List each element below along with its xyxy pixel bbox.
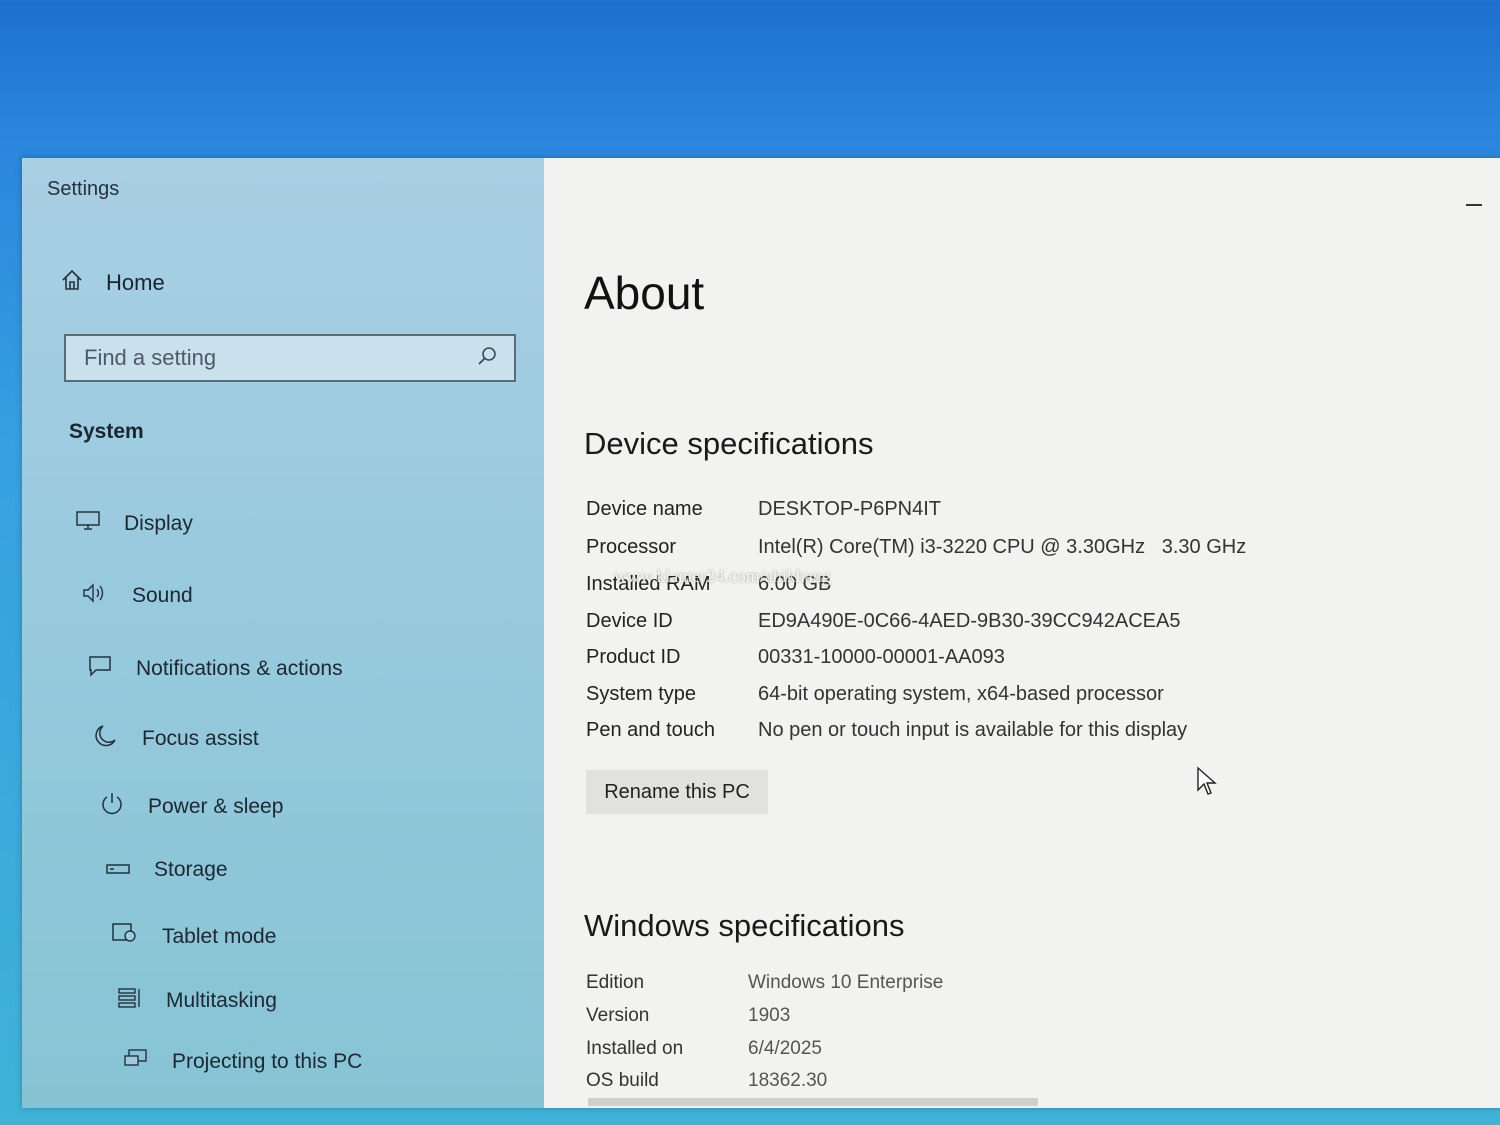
sidebar-item-projecting[interactable]: Projecting to this PC [124,1048,362,1076]
storage-icon [106,858,130,882]
search-box[interactable] [64,334,516,382]
sidebar-item-focus-assist[interactable]: Focus assist [94,724,259,754]
spec-value: 64-bit operating system, x64-based proce… [758,683,1164,705]
spec-label: Installed on [586,1038,684,1059]
mouse-pointer-icon [1196,766,1218,801]
sidebar-item-label: Power & sleep [148,795,284,818]
sidebar-item-label: Sound [132,584,193,607]
spec-value: Windows 10 Enterprise [748,972,944,993]
sidebar-item-label: Notifications & actions [136,657,343,680]
sidebar-home[interactable]: Home [60,268,165,298]
projector-icon [124,1048,148,1076]
spec-row-system-type: System type 64-bit operating system, x64… [586,683,1306,706]
notification-icon [88,654,112,684]
tablet-icon [112,922,138,952]
spec-label: Version [586,1005,650,1026]
windows-specs-heading: Windows specifications [584,908,905,943]
sidebar-item-label: Display [124,512,193,535]
search-icon[interactable] [476,345,498,372]
spec-label: Device name [586,498,703,520]
spec-row-device-name: Device name DESKTOP-P6PN4IT [586,498,1306,521]
spec-label: Edition [586,972,645,993]
watermark-text: www.klanter24.com/ahikhang [614,566,831,586]
sidebar-item-label: Tablet mode [162,925,277,948]
sidebar-item-sound[interactable]: Sound [82,582,193,610]
search-input[interactable] [82,344,476,372]
spec-row-product-id: Product ID 00331-10000-00001-AA093 [586,646,1306,669]
spec-value: Intel(R) Core(TM) i3-3220 CPU @ 3.30GHz … [758,536,1247,558]
spec-value: No pen or touch input is available for t… [758,719,1188,741]
spec-row-device-id: Device ID ED9A490E-0C66-4AED-9B30-39CC94… [586,610,1306,633]
minimize-button[interactable] [1466,204,1482,206]
spec-value: 18362.30 [748,1070,828,1091]
spec-label: Product ID [586,646,681,668]
sidebar-item-label: Focus assist [142,727,259,750]
spec-value: 00331-10000-00001-AA093 [758,646,1005,668]
sidebar-item-label: Multitasking [166,989,277,1012]
spec-row-pen-touch: Pen and touch No pen or touch input is a… [586,719,1306,742]
spec-label: Device ID [586,610,673,632]
app-title: Settings [47,178,120,200]
win-spec-row-version: Version 1903 [586,1005,790,1027]
win-spec-row-installed-on: Installed on 6/4/2025 [586,1038,822,1060]
section-label-system: System [69,420,144,443]
spec-label: Pen and touch [586,719,715,741]
sidebar-item-display[interactable]: Display [76,510,193,538]
home-icon [60,268,84,298]
spec-value: 1903 [748,1005,791,1026]
clipped-link-remnant [588,1098,1038,1106]
main-content: About Device specifications Device name … [544,158,1500,1108]
spec-value: ED9A490E-0C66-4AED-9B30-39CC942ACEA5 [758,610,1181,632]
win-spec-row-os-build: OS build 18362.30 [586,1070,827,1092]
power-icon [100,792,124,822]
device-specs-heading: Device specifications [584,426,874,461]
sidebar-item-multitasking[interactable]: Multitasking [118,986,277,1016]
win-spec-row-edition: Edition Windows 10 Enterprise [586,972,943,994]
spec-label: Processor [586,536,677,558]
rename-pc-button[interactable]: Rename this PC [586,770,768,814]
sidebar-item-tablet-mode[interactable]: Tablet mode [112,922,276,952]
sidebar-item-notifications[interactable]: Notifications & actions [88,654,343,684]
moon-icon [94,724,118,754]
settings-window: Settings Home System Display Sound Notif… [22,158,1500,1108]
spec-value: 6/4/2025 [748,1038,822,1059]
home-label: Home [106,270,165,295]
speaker-icon [82,582,108,610]
spec-row-processor: Processor Intel(R) Core(TM) i3-3220 CPU … [586,536,1306,559]
multitasking-icon [118,986,142,1016]
sidebar-item-storage[interactable]: Storage [106,858,228,882]
sidebar-item-power-sleep[interactable]: Power & sleep [100,792,283,822]
spec-label: System type [586,683,697,705]
spec-label: OS build [586,1070,659,1091]
sidebar-item-label: Storage [154,858,228,881]
spec-value: DESKTOP-P6PN4IT [758,498,942,520]
monitor-icon [76,510,100,538]
sidebar: Settings Home System Display Sound Notif… [22,158,544,1108]
sidebar-item-label: Projecting to this PC [172,1050,363,1073]
page-title: About [584,267,705,319]
